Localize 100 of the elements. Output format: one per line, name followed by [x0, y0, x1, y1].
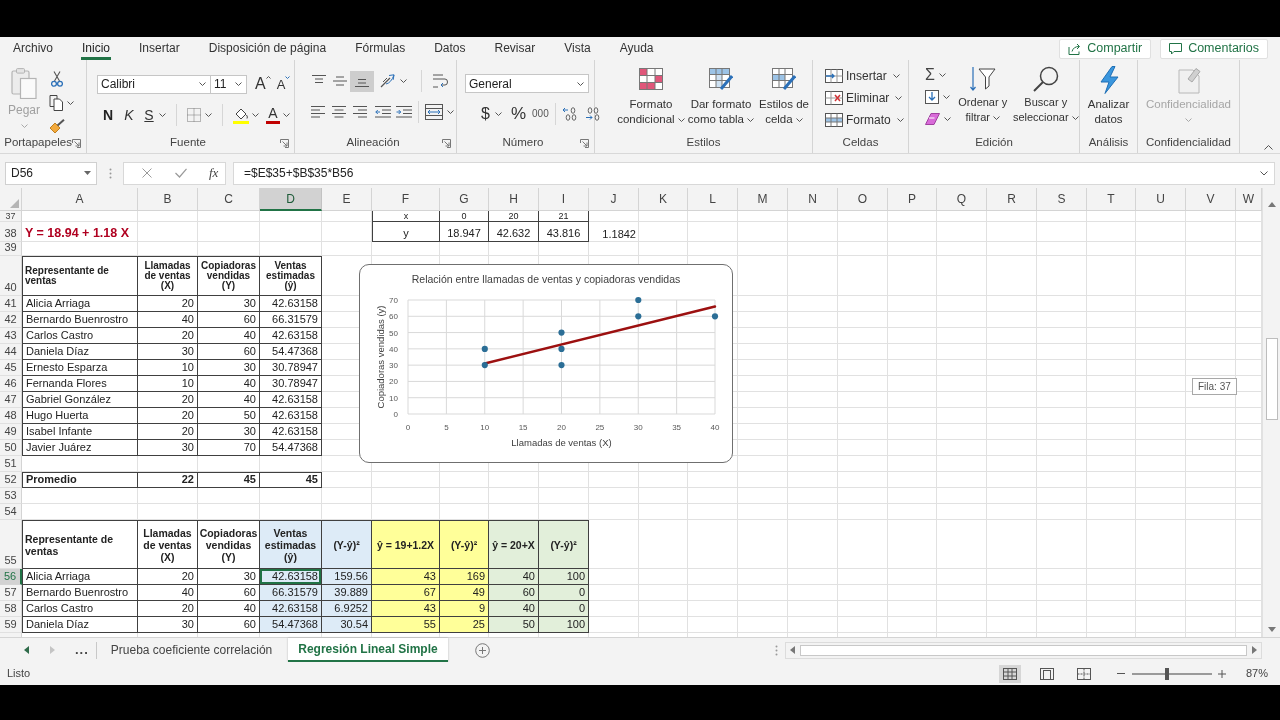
- row-header[interactable]: 43: [0, 328, 22, 344]
- row-header[interactable]: 52: [0, 472, 22, 488]
- scroll-up-icon[interactable]: [1267, 202, 1276, 207]
- row-header[interactable]: 46: [0, 376, 22, 392]
- ribbon-tab[interactable]: Vista: [563, 39, 592, 60]
- increase-decimal-icon[interactable]: [561, 107, 579, 121]
- column-header[interactable]: F: [372, 188, 440, 211]
- analyze-data-button[interactable]: Analizar datos: [1082, 66, 1135, 134]
- cells-button[interactable]: Formato: [825, 111, 908, 129]
- column-header[interactable]: C: [198, 188, 260, 211]
- collapse-ribbon-icon[interactable]: [1264, 145, 1273, 150]
- row-header[interactable]: 56: [0, 569, 22, 585]
- sheet-tab[interactable]: Regresión Lineal Simple: [288, 638, 448, 662]
- caret-icon[interactable]: [400, 79, 407, 83]
- row-header[interactable]: 47: [0, 392, 22, 408]
- ribbon-tab[interactable]: Disposición de página: [207, 39, 328, 60]
- scissors-icon[interactable]: [51, 71, 63, 87]
- column-header[interactable]: N: [788, 188, 838, 211]
- caret-icon[interactable]: [494, 112, 502, 116]
- row-header[interactable]: 44: [0, 344, 22, 360]
- ribbon-tab[interactable]: Revisar: [493, 39, 537, 60]
- cells-button[interactable]: Eliminar: [825, 89, 908, 107]
- zoom-percent[interactable]: 87%: [1245, 665, 1268, 682]
- caret-icon[interactable]: [747, 117, 755, 122]
- caret-icon[interactable]: [285, 76, 291, 79]
- caret-icon[interactable]: [447, 110, 454, 114]
- ribbon-tab[interactable]: Insertar: [138, 39, 181, 60]
- share-button[interactable]: Compartir: [1059, 38, 1152, 59]
- outdent-icon[interactable]: [375, 106, 391, 118]
- vertical-align-button[interactable]: [350, 70, 374, 92]
- ribbon-tab[interactable]: Datos: [433, 39, 467, 60]
- enter-check-icon[interactable]: [175, 168, 187, 178]
- zoom-slider-thumb[interactable]: [1165, 667, 1170, 680]
- insert-function-button[interactable]: fx: [209, 163, 219, 183]
- thousands-button[interactable]: 000: [532, 105, 549, 123]
- row-header[interactable]: 58: [0, 601, 22, 617]
- column-header[interactable]: T: [1087, 188, 1136, 211]
- row-header[interactable]: 54: [0, 504, 22, 520]
- row-header[interactable]: 49: [0, 424, 22, 440]
- ribbon-tab[interactable]: Archivo: [12, 39, 54, 60]
- row-header[interactable]: 57: [0, 585, 22, 601]
- caret-icon[interactable]: [677, 117, 685, 122]
- ribbon-tab[interactable]: Ayuda: [618, 39, 655, 60]
- scrollbar-thumb[interactable]: [1265, 338, 1278, 420]
- cancel-icon[interactable]: [142, 168, 152, 178]
- decrease-decimal-icon[interactable]: [583, 107, 601, 121]
- column-header[interactable]: S: [1037, 188, 1087, 211]
- row-header[interactable]: 59: [0, 617, 22, 633]
- expand-icon[interactable]: [1260, 170, 1268, 176]
- column-header[interactable]: Q: [937, 188, 987, 211]
- caret-icon[interactable]: [252, 113, 259, 117]
- align-right-icon[interactable]: [353, 106, 367, 118]
- caret-icon[interactable]: [159, 113, 166, 117]
- dialog-launcher-icon[interactable]: [280, 138, 289, 148]
- view-button[interactable]: [998, 664, 1021, 683]
- caret-up-icon[interactable]: [265, 76, 271, 79]
- caret-icon[interactable]: [892, 74, 900, 78]
- caret-icon[interactable]: [577, 81, 584, 86]
- more-sheets-button[interactable]: ...: [75, 640, 89, 660]
- column-header[interactable]: L: [688, 188, 738, 211]
- row-header[interactable]: 37: [0, 211, 22, 222]
- fill-down-icon[interactable]: [925, 90, 939, 104]
- font-color-button[interactable]: A: [266, 106, 280, 124]
- align-center-icon[interactable]: [332, 106, 346, 118]
- column-header[interactable]: R: [987, 188, 1037, 211]
- font-size-field[interactable]: 11: [211, 74, 247, 94]
- row-header[interactable]: 45: [0, 360, 22, 376]
- editing-button[interactable]: Buscar y seleccionar: [1012, 66, 1079, 134]
- caret-icon[interactable]: [84, 171, 91, 175]
- italic-button[interactable]: K: [123, 104, 135, 126]
- column-header[interactable]: V: [1186, 188, 1236, 211]
- caret-icon[interactable]: [199, 82, 206, 86]
- column-header[interactable]: M: [738, 188, 788, 211]
- indent-icon[interactable]: [396, 106, 412, 118]
- scrollbar-thumb[interactable]: [800, 644, 1247, 656]
- column-header[interactable]: P: [888, 188, 937, 211]
- scroll-left-icon[interactable]: [790, 646, 795, 654]
- column-header[interactable]: J: [589, 188, 639, 211]
- number-format-field[interactable]: General: [465, 74, 589, 93]
- caret-icon[interactable]: [896, 118, 904, 122]
- styles-button[interactable]: Estilos de celda: [756, 68, 812, 134]
- column-header[interactable]: A: [22, 188, 138, 211]
- bold-button[interactable]: N: [101, 104, 115, 126]
- column-header[interactable]: K: [639, 188, 688, 211]
- caret-icon[interactable]: [938, 73, 946, 77]
- caret-icon[interactable]: [67, 101, 74, 105]
- dialog-launcher-icon[interactable]: [72, 138, 81, 148]
- scroll-left-icon[interactable]: [24, 646, 29, 654]
- column-header[interactable]: H: [489, 188, 539, 211]
- sheet-tab[interactable]: Prueba coeficiente correlación: [98, 638, 285, 662]
- row-header[interactable]: 38: [0, 222, 22, 242]
- scroll-right-icon[interactable]: [1252, 646, 1257, 654]
- eraser-icon[interactable]: [925, 113, 940, 125]
- row-header[interactable]: 55: [0, 520, 22, 569]
- row-header[interactable]: 40: [0, 256, 22, 296]
- underline-button[interactable]: S: [143, 104, 155, 126]
- column-header[interactable]: U: [1136, 188, 1186, 211]
- styles-button[interactable]: Formato condicional: [616, 68, 686, 134]
- zoom-in-icon[interactable]: [1217, 669, 1226, 678]
- paint-bucket-icon[interactable]: [233, 106, 249, 124]
